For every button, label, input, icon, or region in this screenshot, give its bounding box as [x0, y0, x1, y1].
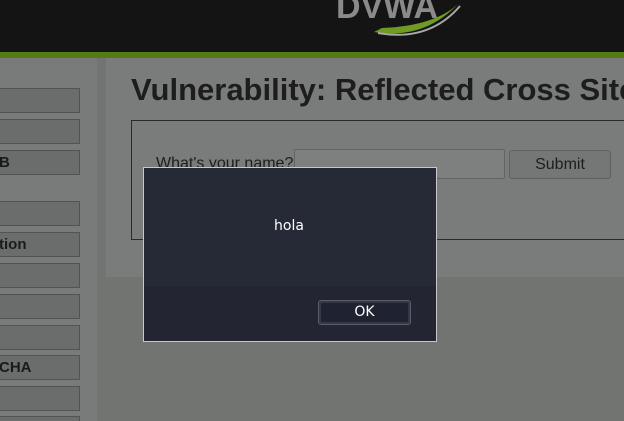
page-title: Vulnerability: Reflected Cross Site [131, 72, 624, 107]
browser-page: DVWA B tion CHA Vulnerability: Reflected… [0, 0, 624, 421]
sidebar-item-10[interactable] [0, 386, 80, 411]
sidebar-item-11[interactable] [0, 416, 80, 421]
ok-button[interactable]: OK [318, 300, 411, 325]
sidebar-item-7[interactable] [0, 294, 80, 319]
sidebar-item-9[interactable]: CHA [0, 355, 80, 380]
sidebar-item-5[interactable]: tion [0, 232, 80, 257]
sidebar-item-3[interactable]: B [0, 150, 80, 175]
sidebar-item-6[interactable] [0, 263, 80, 288]
logo-text: DVWA [336, 0, 438, 26]
alert-dialog: hola OK [143, 167, 437, 342]
sidebar-item-2[interactable] [0, 119, 80, 144]
sidebar-item-1[interactable] [0, 88, 80, 113]
sidebar-item-8[interactable] [0, 325, 80, 350]
dvwa-logo: DVWA [336, 0, 461, 36]
sidebar-item-4[interactable] [0, 201, 80, 226]
submit-button[interactable]: Submit [509, 150, 611, 179]
header: DVWA [0, 0, 624, 52]
dialog-message: hola [274, 218, 304, 234]
